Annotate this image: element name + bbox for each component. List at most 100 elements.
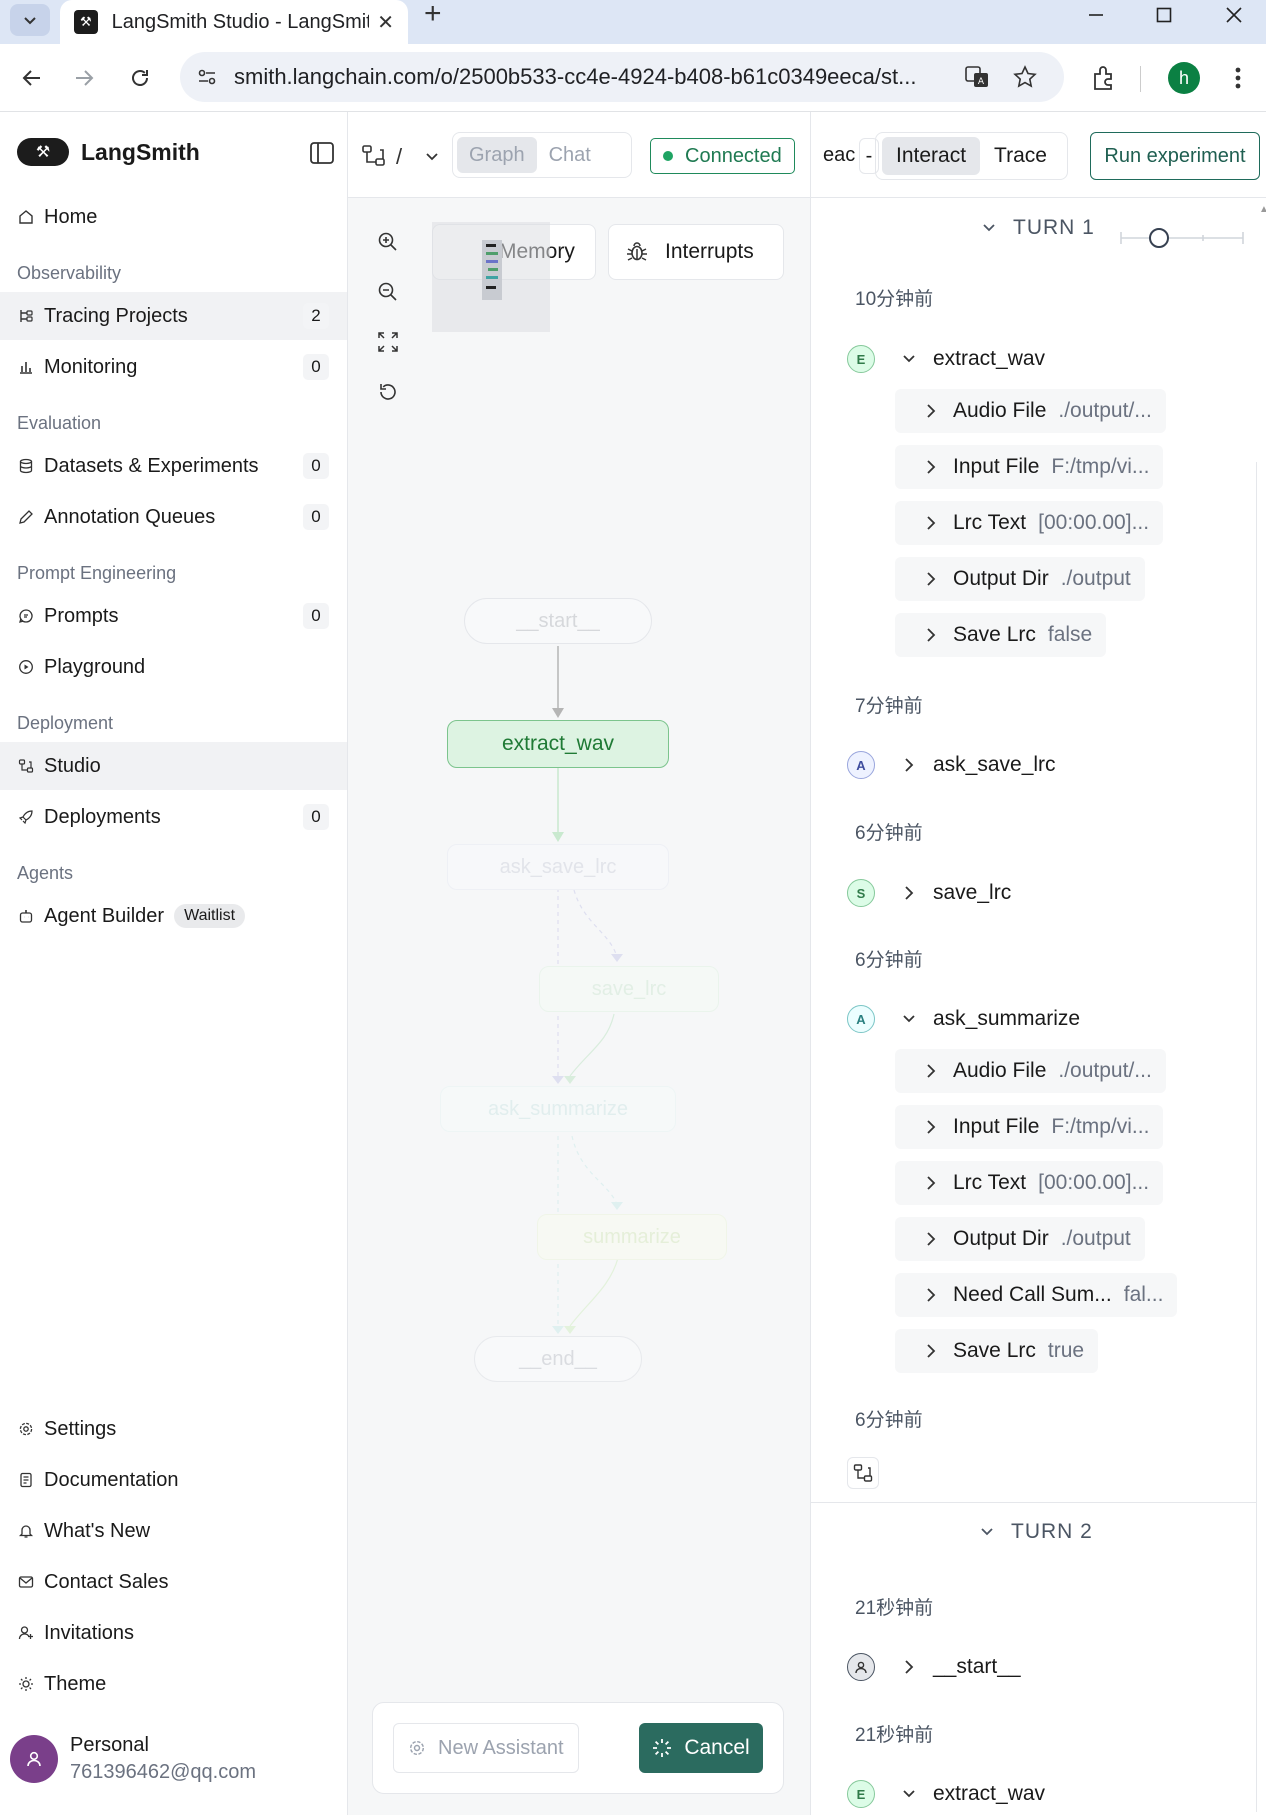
turn-slider[interactable]: [1119, 226, 1245, 250]
state-field[interactable]: Input File F:/tmp/vi...: [895, 1105, 1164, 1149]
forward-button[interactable]: [70, 64, 98, 92]
state-field[interactable]: Need Call Sum... fal...: [895, 1273, 1178, 1317]
langsmith-logo-icon: ⚒: [17, 138, 69, 166]
run-experiment-button[interactable]: Run experiment: [1090, 132, 1260, 180]
tab-close-icon[interactable]: ✕: [377, 10, 394, 35]
browser-tab-active[interactable]: ⚒ LangSmith Studio - LangSmith ✕: [60, 0, 408, 44]
cancel-button[interactable]: Cancel: [639, 1723, 763, 1773]
run-row-ask-summarize[interactable]: A ask_summarize: [847, 1002, 1080, 1036]
tab-search-button[interactable]: [10, 4, 50, 36]
node-save-lrc[interactable]: save_lrc: [539, 966, 719, 1012]
node-end[interactable]: __end__: [474, 1336, 642, 1382]
state-field[interactable]: Lrc Text [00:00.00]...: [895, 1161, 1164, 1205]
node-extract-wav[interactable]: extract_wav: [447, 720, 669, 768]
sidebar-item-label: Tracing Projects: [44, 304, 188, 327]
run-row-start[interactable]: __start__: [847, 1650, 1021, 1684]
new-tab-button[interactable]: +: [424, 0, 442, 29]
sidebar-item-prompts[interactable]: Prompts 0: [0, 592, 347, 640]
address-bar[interactable]: smith.langchain.com/o/2500b533-cc4e-4924…: [180, 52, 1064, 102]
user-email: 761396462@qq.com: [70, 1761, 256, 1783]
chevron-right-icon: [901, 1659, 917, 1675]
state-field[interactable]: Audio File ./output/...: [895, 1049, 1166, 1093]
sidebar-toggle-icon[interactable]: [310, 142, 334, 164]
bar-chart-icon: [18, 359, 34, 375]
field-key: Audio File: [953, 1059, 1047, 1082]
bookmark-star-icon[interactable]: [1012, 64, 1038, 90]
sidebar-item-deployments[interactable]: Deployments 0: [0, 793, 347, 841]
sidebar-item-whats-new[interactable]: What's New: [0, 1507, 347, 1555]
state-field[interactable]: Output Dir ./output: [895, 557, 1145, 601]
state-field[interactable]: Output Dir ./output: [895, 1217, 1145, 1261]
pencil-icon: [18, 509, 34, 525]
field-key: Save Lrc: [953, 1339, 1036, 1362]
sidebar-item-label: Studio: [44, 754, 101, 777]
sidebar-item-home[interactable]: Home: [0, 193, 347, 241]
sidebar-item-settings[interactable]: Settings: [0, 1405, 347, 1453]
studio-icon: [18, 758, 34, 774]
user-avatar-icon: [847, 1653, 875, 1681]
reload-button[interactable]: [126, 64, 154, 92]
node-summarize[interactable]: summarize: [537, 1214, 727, 1260]
turn-header[interactable]: TURN 2: [979, 1520, 1093, 1544]
sidebar-item-studio[interactable]: Studio: [0, 742, 347, 790]
state-field[interactable]: Lrc Text [00:00.00]...: [895, 501, 1164, 545]
scrollbar[interactable]: [1256, 462, 1264, 1812]
translate-icon[interactable]: A: [964, 64, 990, 90]
run-row-extract-wav[interactable]: E extract_wav: [847, 1777, 1045, 1811]
extensions-icon[interactable]: [1090, 64, 1118, 92]
state-field[interactable]: Save Lrc false: [895, 613, 1107, 657]
tracing-icon: [18, 308, 34, 324]
sidebar-item-agent-builder[interactable]: Agent Builder Waitlist: [0, 892, 347, 940]
minimize-button[interactable]: [1066, 0, 1126, 30]
field-value: fal...: [1123, 1283, 1164, 1306]
sidebar-item-datasets[interactable]: Datasets & Experiments 0: [0, 442, 347, 490]
sidebar-item-monitoring[interactable]: Monitoring 0: [0, 343, 347, 391]
node-start[interactable]: __start__: [464, 598, 652, 644]
branch-icon: [853, 1464, 873, 1482]
run-row-extract-wav[interactable]: E extract_wav: [847, 342, 1045, 376]
chevron-right-icon: [927, 1120, 936, 1134]
field-value: ./output/...: [1058, 1059, 1152, 1082]
sidebar-item-annotation-queues[interactable]: Annotation Queues 0: [0, 493, 347, 541]
sidebar-item-contact-sales[interactable]: Contact Sales: [0, 1558, 347, 1606]
home-icon: [18, 209, 34, 225]
run-row-ask-save-lrc[interactable]: A ask_save_lrc: [847, 748, 1056, 782]
scroll-up-arrow-icon[interactable]: ▲: [1259, 204, 1266, 215]
node-type-badge: E: [847, 345, 875, 373]
thread-panel: eac - Interact Trace Run experiment ▲ TU…: [810, 112, 1266, 1815]
more-menu-icon[interactable]: [1228, 64, 1248, 92]
close-window-button[interactable]: [1204, 0, 1264, 30]
count-badge: 0: [303, 354, 329, 380]
user-avatar-icon: [10, 1735, 58, 1783]
node-ask-summarize[interactable]: ask_summarize: [440, 1086, 676, 1132]
new-assistant-button[interactable]: New Assistant: [393, 1723, 579, 1773]
tab-trace[interactable]: Trace: [980, 137, 1061, 175]
section-observability: Observability: [17, 263, 122, 283]
site-info-icon[interactable]: [196, 66, 218, 88]
run-row-save-lrc[interactable]: S save_lrc: [847, 876, 1011, 910]
tab-interact[interactable]: Interact: [882, 137, 981, 175]
sidebar-item-label: Annotation Queues: [44, 505, 216, 528]
user-account[interactable]: Personal 761396462@qq.com: [10, 1734, 256, 1784]
field-value: ./output: [1060, 567, 1131, 590]
sidebar-item-theme[interactable]: Theme: [0, 1660, 347, 1708]
brand[interactable]: ⚒ LangSmith: [17, 138, 200, 166]
state-field[interactable]: Save Lrc true: [895, 1329, 1099, 1373]
fork-thread-button[interactable]: [847, 1457, 879, 1489]
sidebar-item-playground[interactable]: Playground: [0, 643, 347, 691]
chevron-right-icon: [927, 404, 936, 418]
state-field[interactable]: Audio File ./output/...: [895, 389, 1166, 433]
maximize-button[interactable]: [1134, 0, 1194, 30]
sidebar-item-label: Monitoring: [44, 355, 138, 378]
profile-avatar[interactable]: h: [1168, 62, 1200, 94]
state-field[interactable]: Input File F:/tmp/vi...: [895, 445, 1164, 489]
timestamp: 6分钟前: [855, 823, 923, 844]
turn-header[interactable]: TURN 1: [981, 216, 1095, 240]
back-button[interactable]: [18, 64, 46, 92]
sidebar-item-invitations[interactable]: Invitations: [0, 1609, 347, 1657]
sidebar-item-label: Home: [44, 205, 98, 228]
sidebar-item-tracing-projects[interactable]: Tracing Projects 2: [0, 292, 347, 340]
minimize-icon: [1089, 14, 1103, 16]
sidebar-item-documentation[interactable]: Documentation: [0, 1456, 347, 1504]
node-ask-save-lrc[interactable]: ask_save_lrc: [447, 844, 669, 890]
